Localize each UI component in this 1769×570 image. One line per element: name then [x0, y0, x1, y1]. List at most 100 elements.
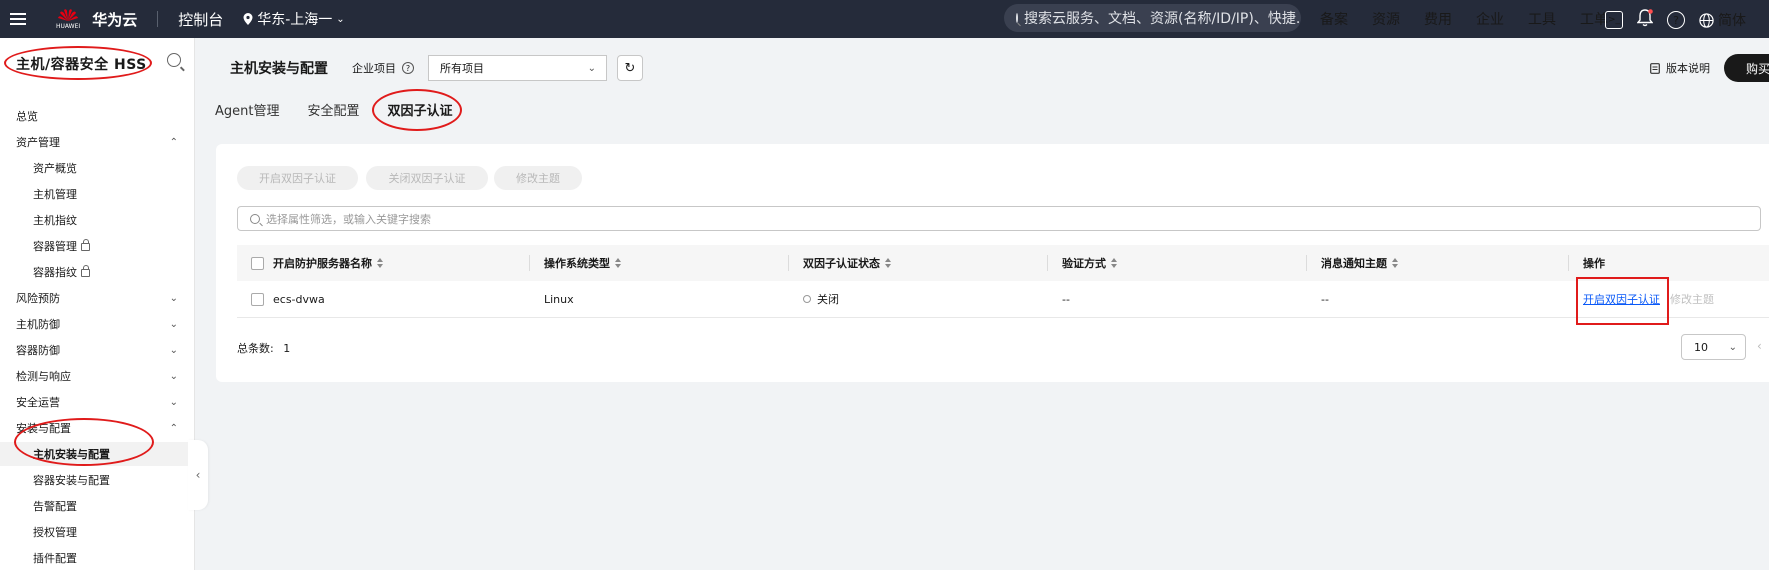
brand-name[interactable]: 华为云: [92, 9, 137, 30]
page-size-value: 10: [1694, 340, 1708, 354]
sidebar-item-label: 主机指纹: [33, 214, 77, 227]
sort-icon[interactable]: [1392, 258, 1400, 268]
chevron-left-icon: ‹: [195, 468, 201, 482]
filter-placeholder: 选择属性筛选，或输入关键字搜索: [266, 212, 431, 226]
sidebar-item-host-management[interactable]: 主机管理: [0, 182, 194, 206]
sort-icon[interactable]: [1111, 258, 1119, 268]
chevron-down-icon: ⌄: [169, 318, 178, 330]
column-2fa-status[interactable]: 双因子认证状态: [803, 245, 893, 281]
search-placeholder: 搜索云服务、文档、资源(名称/ID/IP)、快捷...: [1024, 11, 1301, 27]
disable-2fa-button[interactable]: 关闭双因子认证: [366, 166, 488, 190]
enterprise-project-value: 所有项目: [440, 62, 484, 75]
page-title: 主机安装与配置: [230, 61, 328, 77]
sidebar-item-host-fingerprint[interactable]: 主机指纹: [0, 208, 194, 232]
language-selector[interactable]: 简体: [1699, 10, 1746, 30]
page-size-select[interactable]: 10 ⌄: [1681, 334, 1746, 360]
sidebar-item-container-install-config[interactable]: 容器安装与配置: [0, 468, 194, 492]
location-pin-icon: [243, 13, 253, 25]
sidebar-item-detection-response[interactable]: 检测与响应 ⌄: [0, 364, 194, 388]
sidebar-item-asset-overview[interactable]: 资产概览: [0, 156, 194, 180]
sidebar-item-label: 插件配置: [33, 552, 77, 565]
top-link-beian[interactable]: 备案: [1320, 9, 1348, 29]
refresh-icon: ↻: [624, 60, 636, 76]
top-link-billing[interactable]: 费用: [1424, 9, 1452, 29]
sidebar-item-alarm-config[interactable]: 告警配置: [0, 494, 194, 518]
column-divider: [788, 255, 789, 271]
filter-search-input[interactable]: 选择属性筛选，或输入关键字搜索: [237, 206, 1761, 231]
help-icon[interactable]: ?: [1667, 11, 1685, 29]
cell-notification-topic: --: [1321, 292, 1329, 306]
sidebar-item-plugin-config[interactable]: 插件配置: [0, 546, 194, 570]
chevron-down-icon: ⌄: [1728, 341, 1737, 353]
cell-2fa-status: 关闭: [803, 281, 839, 317]
row-checkbox[interactable]: [251, 281, 264, 317]
sidebar-item-label: 安全运营: [16, 396, 60, 409]
version-notes-link[interactable]: 版本说明: [1650, 60, 1710, 76]
column-server-name[interactable]: 开启防护服务器名称: [273, 245, 385, 281]
sidebar-collapse-toggle[interactable]: ‹: [188, 440, 208, 510]
table-header: 开启防护服务器名称 操作系统类型 双因子认证状态 验证方式 消息通知主题 操作: [237, 245, 1769, 281]
tab-security-config[interactable]: 安全配置: [307, 100, 359, 119]
enable-2fa-button[interactable]: 开启双因子认证: [237, 166, 358, 190]
terminal-icon[interactable]: >_: [1605, 11, 1623, 29]
sidebar-item-container-fingerprint[interactable]: 容器指纹: [0, 260, 194, 284]
question-icon[interactable]: ?: [402, 62, 414, 74]
tab-agent-management[interactable]: Agent管理: [215, 100, 279, 119]
column-notification-topic[interactable]: 消息通知主题: [1321, 245, 1400, 281]
sidebar-item-label: 资产管理: [16, 136, 60, 149]
sidebar-item-label: 资产概览: [33, 162, 77, 175]
search-icon: [1016, 13, 1018, 23]
column-actions: 操作: [1583, 245, 1605, 281]
status-dot-icon: [803, 295, 811, 303]
modify-topic-link[interactable]: 修改主题: [1670, 291, 1714, 307]
version-notes-label: 版本说明: [1666, 62, 1710, 75]
checkbox[interactable]: [251, 292, 264, 306]
hamburger-menu-icon[interactable]: [10, 12, 28, 26]
column-label: 开启防护服务器名称: [273, 257, 372, 270]
column-os-type[interactable]: 操作系统类型: [544, 245, 623, 281]
sidebar-item-security-operations[interactable]: 安全运营 ⌄: [0, 390, 194, 414]
chevron-up-icon: ⌃: [169, 422, 178, 434]
global-search-input[interactable]: 搜索云服务、文档、资源(名称/ID/IP)、快捷...: [1004, 4, 1301, 32]
top-link-resources[interactable]: 资源: [1372, 9, 1400, 29]
huawei-logo[interactable]: HUAWEI: [56, 8, 80, 30]
sidebar-item-label: 检测与响应: [16, 370, 71, 383]
sidebar-search-icon[interactable]: [167, 53, 181, 67]
sidebar-item-container-management[interactable]: 容器管理: [0, 234, 194, 258]
modify-topic-button[interactable]: 修改主题: [494, 166, 582, 190]
sort-icon[interactable]: [377, 258, 385, 268]
sort-icon[interactable]: [885, 258, 893, 268]
sidebar-item-label: 告警配置: [33, 500, 77, 513]
column-auth-method[interactable]: 验证方式: [1062, 245, 1119, 281]
enterprise-project-select[interactable]: 所有项目 ⌄: [428, 55, 607, 81]
sidebar-item-container-defense[interactable]: 容器防御 ⌄: [0, 338, 194, 362]
cell-server-name: ecs-dvwa: [273, 292, 325, 306]
top-link-tools[interactable]: 工具: [1528, 9, 1556, 29]
bell-icon[interactable]: [1636, 9, 1654, 31]
sort-icon[interactable]: [615, 258, 623, 268]
total-count: 总条数: 1: [237, 340, 290, 356]
status-text: 关闭: [817, 293, 839, 306]
top-link-tickets[interactable]: 工单: [1580, 9, 1608, 29]
sidebar-item-label: 总览: [16, 110, 38, 123]
region-selector[interactable]: 华东-上海一 ⌄: [243, 9, 345, 29]
column-divider: [529, 255, 530, 271]
refresh-button[interactable]: ↻: [617, 55, 643, 81]
sidebar-item-overview[interactable]: 总览: [0, 104, 194, 128]
sidebar-item-license-management[interactable]: 授权管理: [0, 520, 194, 544]
chevron-down-icon: ⌄: [169, 370, 178, 382]
sidebar-item-host-defense[interactable]: 主机防御 ⌄: [0, 312, 194, 336]
lock-icon: [81, 239, 90, 251]
buy-button[interactable]: 购买: [1724, 54, 1769, 82]
chevron-down-icon: ⌄: [169, 292, 178, 304]
select-all-checkbox[interactable]: [251, 245, 264, 281]
previous-page-button[interactable]: ‹: [1757, 339, 1762, 353]
top-icon-group: >_ ? 简体: [1605, 9, 1746, 31]
console-link[interactable]: 控制台: [178, 9, 223, 30]
column-divider: [1306, 255, 1307, 271]
column-divider: [1047, 255, 1048, 271]
sidebar-item-risk-prevention[interactable]: 风险预防 ⌄: [0, 286, 194, 310]
checkbox[interactable]: [251, 256, 264, 270]
top-link-enterprise[interactable]: 企业: [1476, 9, 1504, 29]
sidebar-item-asset-management[interactable]: 资产管理 ⌃: [0, 130, 194, 154]
